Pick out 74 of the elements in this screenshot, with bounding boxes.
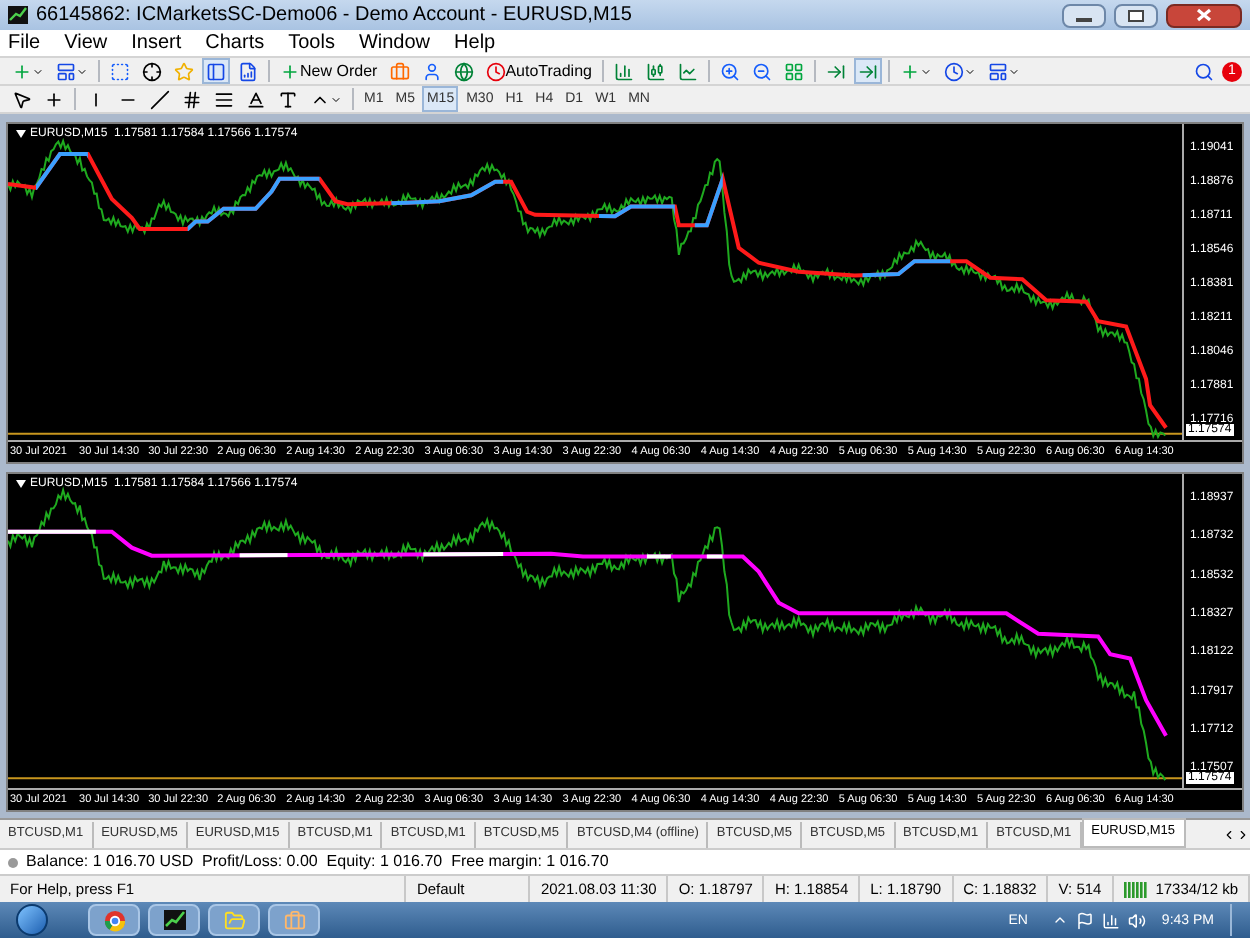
channel-icon <box>182 89 202 109</box>
menu-item[interactable]: Charts <box>205 33 265 53</box>
navigator-button[interactable] <box>202 58 230 84</box>
shift-icon <box>825 61 846 81</box>
start-button[interactable] <box>16 904 48 936</box>
browser-icon <box>103 909 125 931</box>
panel-icon <box>206 61 226 81</box>
menu-item[interactable]: Help <box>454 33 496 53</box>
dropdown-caret-icon[interactable] <box>16 479 26 487</box>
trendline-button[interactable] <box>146 86 174 112</box>
search-button[interactable] <box>1190 58 1218 84</box>
caret-icon <box>919 65 932 77</box>
menu-item[interactable]: Insert <box>131 33 182 53</box>
zoom-out-icon <box>751 61 772 81</box>
crosshair-icon <box>142 61 162 81</box>
menu-item[interactable]: View <box>64 33 108 53</box>
caret-icon <box>32 65 44 77</box>
close-icon <box>1196 8 1212 22</box>
network-icon[interactable] <box>1101 911 1120 929</box>
clock-icon <box>943 61 964 81</box>
user-icon <box>421 61 442 81</box>
star-icon <box>174 61 194 81</box>
caret-icon <box>1007 65 1020 77</box>
flag-icon[interactable] <box>1075 911 1094 929</box>
experts-button[interactable] <box>385 58 414 84</box>
close-button[interactable] <box>1166 3 1242 27</box>
autoscroll-button[interactable] <box>853 58 882 84</box>
plus-icon <box>899 61 920 81</box>
line-chart-icon <box>677 61 698 81</box>
crosshair-icon <box>44 89 64 109</box>
menu-item[interactable]: File <box>8 33 41 53</box>
connection-bars-icon <box>1123 881 1148 897</box>
profiles-button[interactable] <box>52 58 92 84</box>
market-watch-button[interactable] <box>106 58 134 84</box>
caret-icon <box>963 65 976 77</box>
app-logo-icon <box>8 6 28 24</box>
window-title: 66145862: ICMarketsSC-Demo06 - Demo Account - EURUSD,M15 <box>36 5 634 25</box>
search-icon <box>1194 61 1214 81</box>
scroll-icon <box>857 61 878 81</box>
new-order-button[interactable]: New Order <box>276 58 382 84</box>
dropdown-caret-icon[interactable] <box>16 130 26 138</box>
auto-trading-button[interactable]: AutoTrading <box>481 58 596 84</box>
globe-icon <box>453 61 474 81</box>
account-summary: Balance: 1 016.70 USD Profit/Loss: 0.00 Equity: 1 016.70 Free margin: 1 016.70 <box>26 854 609 870</box>
show-hidden-icons-icon[interactable] <box>1051 912 1068 928</box>
text-icon <box>246 89 266 109</box>
plus-icon <box>280 61 300 81</box>
square-icon <box>110 61 130 81</box>
caret-icon <box>76 65 88 77</box>
bars-icon <box>613 61 634 81</box>
zoom-in-icon <box>719 61 740 81</box>
briefcase-icon <box>389 61 410 81</box>
caret-icon <box>330 93 342 105</box>
globe-button[interactable] <box>449 58 478 84</box>
plus-icon <box>12 61 32 81</box>
chart-app-icon <box>163 910 185 930</box>
window-icon <box>56 61 76 81</box>
trendline-icon <box>150 89 170 109</box>
window-icon <box>987 61 1008 81</box>
briefcase-icon <box>283 909 305 931</box>
menu-item[interactable]: Window <box>358 33 431 53</box>
candlestick-icon <box>645 61 666 81</box>
volume-icon[interactable] <box>1127 911 1146 929</box>
crosshair-button[interactable] <box>138 58 166 84</box>
menu-item[interactable]: Tools <box>288 33 335 53</box>
document-icon <box>238 61 258 81</box>
minimize-button[interactable] <box>1062 3 1106 27</box>
grid-icon <box>783 61 804 81</box>
maximize-button[interactable] <box>1114 3 1158 27</box>
cursor-icon <box>12 89 32 109</box>
period-button[interactable] <box>939 58 980 84</box>
text-label-icon <box>278 89 298 109</box>
folder-icon <box>223 909 245 931</box>
taskbar-app-button[interactable] <box>148 904 200 936</box>
